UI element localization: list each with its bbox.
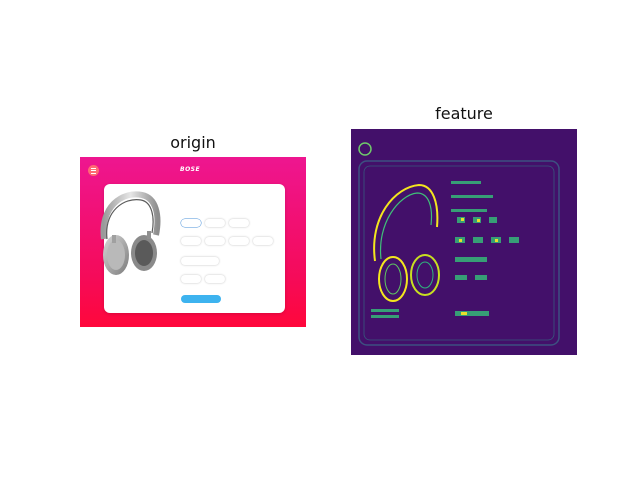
headphones-image [100, 191, 161, 275]
option-button[interactable] [205, 219, 225, 227]
buy-button[interactable] [181, 295, 221, 303]
option-button[interactable] [181, 219, 201, 227]
option-row-3 [181, 257, 219, 265]
origin-title: origin [170, 133, 216, 152]
option-button[interactable] [181, 257, 219, 265]
option-button[interactable] [229, 237, 249, 245]
option-button[interactable] [181, 275, 201, 283]
feature-title: feature [435, 104, 493, 123]
option-row-2 [181, 237, 273, 245]
option-button[interactable] [253, 237, 273, 245]
option-button[interactable] [205, 275, 225, 283]
brand-logo: BOSE [180, 166, 201, 173]
option-button[interactable] [181, 237, 201, 245]
origin-image: BOSE [80, 157, 306, 327]
feature-image [351, 129, 577, 355]
option-button[interactable] [205, 237, 225, 245]
menu-icon[interactable] [88, 165, 99, 176]
option-button[interactable] [229, 219, 249, 227]
feature-map [351, 129, 577, 355]
option-row-4 [181, 275, 225, 283]
option-row-1 [181, 219, 249, 227]
